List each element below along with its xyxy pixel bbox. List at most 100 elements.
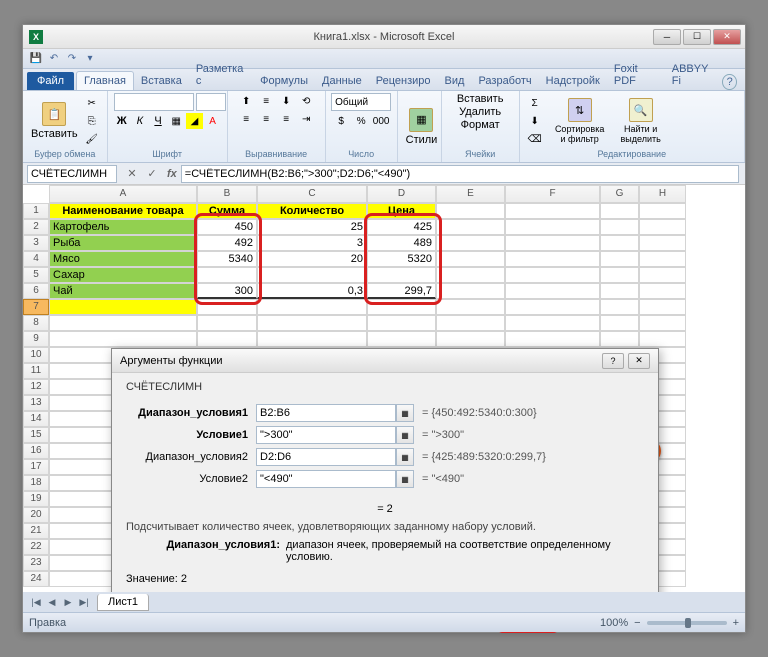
tab-review[interactable]: Рецензиро <box>369 72 438 90</box>
cell[interactable]: Цена <box>367 203 436 219</box>
cell[interactable] <box>600 235 639 251</box>
cell[interactable]: 0,3 <box>257 283 367 299</box>
cell[interactable] <box>505 299 600 315</box>
zoom-in-icon[interactable]: + <box>733 617 739 629</box>
arg-input-1[interactable] <box>256 426 396 444</box>
maximize-button[interactable]: ☐ <box>683 29 711 45</box>
row-header-11[interactable]: 11 <box>23 363 49 379</box>
cell[interactable] <box>600 219 639 235</box>
cell[interactable] <box>600 283 639 299</box>
cell[interactable] <box>505 219 600 235</box>
cell[interactable]: 492 <box>197 235 257 251</box>
undo-icon[interactable]: ↶ <box>47 52 61 66</box>
dialog-help-button[interactable]: ? <box>602 353 624 369</box>
tab-foxit[interactable]: Foxit PDF <box>607 60 665 90</box>
cell[interactable] <box>257 331 367 347</box>
row-header-22[interactable]: 22 <box>23 539 49 555</box>
cell[interactable] <box>600 315 639 331</box>
cell[interactable]: 20 <box>257 251 367 267</box>
cell[interactable] <box>436 283 505 299</box>
col-header-C[interactable]: C <box>257 185 367 203</box>
cell[interactable]: 450 <box>197 219 257 235</box>
sheet-prev-icon[interactable]: ◀ <box>45 595 59 609</box>
cancel-formula-icon[interactable]: ✕ <box>123 165 141 183</box>
cell[interactable] <box>197 299 257 315</box>
minimize-button[interactable]: ─ <box>653 29 681 45</box>
cell[interactable]: 5340 <box>197 251 257 267</box>
cell[interactable] <box>600 251 639 267</box>
row-header-21[interactable]: 21 <box>23 523 49 539</box>
cell[interactable]: Картофель <box>49 219 197 235</box>
cell[interactable] <box>639 299 686 315</box>
cell[interactable]: 3 <box>257 235 367 251</box>
delete-cells-button[interactable]: Удалить <box>459 106 501 118</box>
cell[interactable] <box>436 235 505 251</box>
cell[interactable] <box>436 331 505 347</box>
cut-icon[interactable]: ✂ <box>83 95 101 111</box>
tab-formulas[interactable]: Формулы <box>253 72 315 90</box>
align-mid-icon[interactable]: ≡ <box>257 93 275 109</box>
qat-dropdown-icon[interactable]: ▾ <box>83 52 97 66</box>
arg-input-2[interactable] <box>256 448 396 466</box>
cell[interactable] <box>639 203 686 219</box>
cell[interactable] <box>505 251 600 267</box>
tab-developer[interactable]: Разработч <box>471 72 538 90</box>
cell[interactable] <box>436 219 505 235</box>
save-icon[interactable]: 💾 <box>29 52 43 66</box>
fill-icon[interactable]: ◢ <box>186 113 202 129</box>
col-header-D[interactable]: D <box>367 185 436 203</box>
tab-addins[interactable]: Надстройк <box>539 72 607 90</box>
cell[interactable] <box>505 203 600 219</box>
cell[interactable]: 489 <box>367 235 436 251</box>
sheet-first-icon[interactable]: |◀ <box>29 595 43 609</box>
col-header-A[interactable]: A <box>49 185 197 203</box>
col-header-G[interactable]: G <box>600 185 639 203</box>
cell[interactable]: Сахар <box>49 267 197 283</box>
cell[interactable] <box>49 299 197 315</box>
format-cells-button[interactable]: Формат <box>461 119 500 131</box>
range-select-icon[interactable]: ▦ <box>396 404 414 422</box>
tab-view[interactable]: Вид <box>438 72 472 90</box>
redo-icon[interactable]: ↷ <box>65 52 79 66</box>
cell[interactable] <box>367 315 436 331</box>
cell[interactable] <box>505 283 600 299</box>
row-header-5[interactable]: 5 <box>23 267 49 283</box>
format-painter-icon[interactable]: 🖌 <box>83 131 101 147</box>
font-select[interactable] <box>114 93 194 111</box>
cell[interactable] <box>505 331 600 347</box>
cell[interactable]: Мясо <box>49 251 197 267</box>
cell[interactable] <box>436 251 505 267</box>
font-size[interactable] <box>196 93 226 111</box>
col-header-F[interactable]: F <box>505 185 600 203</box>
row-header-1[interactable]: 1 <box>23 203 49 219</box>
row-header-10[interactable]: 10 <box>23 347 49 363</box>
cell[interactable] <box>367 267 436 283</box>
cell[interactable] <box>600 203 639 219</box>
align-bot-icon[interactable]: ⬇ <box>277 93 295 109</box>
styles-button[interactable]: ▦ Стили <box>404 106 440 148</box>
cell[interactable] <box>639 331 686 347</box>
cell[interactable] <box>367 331 436 347</box>
cell[interactable] <box>197 331 257 347</box>
align-right-icon[interactable]: ≡ <box>277 111 295 127</box>
formula-bar[interactable] <box>181 165 739 183</box>
row-header-24[interactable]: 24 <box>23 571 49 587</box>
arg-input-3[interactable] <box>256 470 396 488</box>
align-left-icon[interactable]: ≡ <box>237 111 255 127</box>
indent-icon[interactable]: ⇥ <box>297 111 315 127</box>
copy-icon[interactable]: ⎘ <box>83 113 101 129</box>
row-header-3[interactable]: 3 <box>23 235 49 251</box>
cell[interactable]: 300 <box>197 283 257 299</box>
tab-home[interactable]: Главная <box>76 71 134 90</box>
row-header-2[interactable]: 2 <box>23 219 49 235</box>
number-format[interactable] <box>331 93 391 111</box>
dialog-close-button[interactable]: ✕ <box>628 353 650 369</box>
tab-layout[interactable]: Разметка с <box>189 60 253 90</box>
row-header-15[interactable]: 15 <box>23 427 49 443</box>
fill-down-icon[interactable]: ⬇ <box>526 113 544 129</box>
cell[interactable] <box>600 331 639 347</box>
row-header-9[interactable]: 9 <box>23 331 49 347</box>
tab-data[interactable]: Данные <box>315 72 369 90</box>
tab-insert[interactable]: Вставка <box>134 72 189 90</box>
row-header-20[interactable]: 20 <box>23 507 49 523</box>
